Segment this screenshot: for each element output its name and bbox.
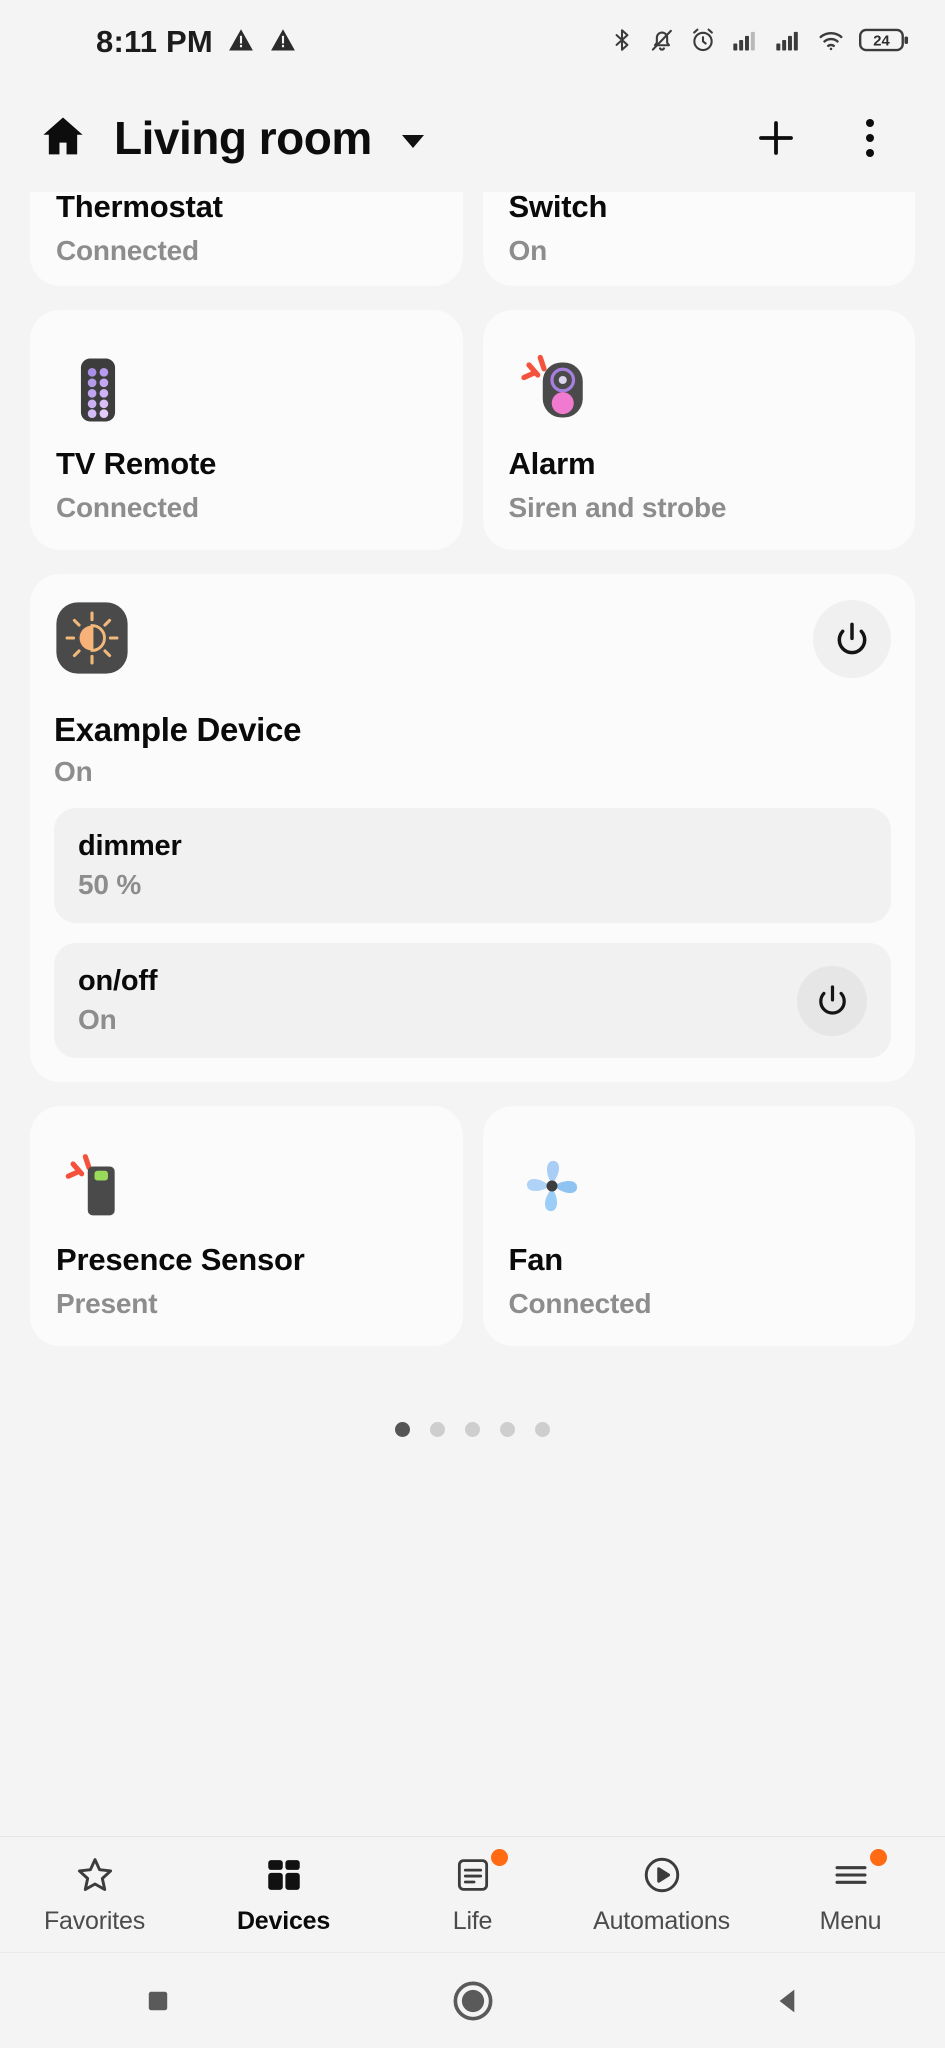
life-card-icon	[452, 1849, 508, 1897]
star-icon	[73, 1853, 117, 1897]
nav-item-automations[interactable]: Automations	[567, 1853, 756, 1936]
notification-badge	[869, 1849, 887, 1866]
wifi-icon	[816, 26, 846, 59]
alarm-siren-icon	[509, 336, 890, 445]
nav-label: Automations	[593, 1907, 730, 1935]
battery-icon: 24	[859, 26, 911, 59]
capability-text: on/off On	[78, 965, 158, 1036]
capability-value: 50 %	[78, 869, 142, 900]
capability-text: dimmer 50 %	[78, 830, 182, 901]
nav-item-menu[interactable]: Menu	[756, 1849, 945, 1936]
device-card-text: Presence Sensor Present	[56, 1241, 437, 1322]
device-row-presence-fan: Presence Sensor Present Fan Connected	[30, 1106, 915, 1346]
device-card-switch[interactable]: Switch On	[482, 192, 915, 286]
app-header: Living room	[0, 84, 945, 192]
app-screen: 8:11 PM 24 Living room Thermostat Connec…	[0, 0, 945, 2048]
device-card-text: Alarm Siren and strobe	[509, 445, 890, 526]
device-card-status: On	[508, 234, 548, 266]
nav-label: Life	[452, 1907, 493, 1935]
device-row-remote-alarm: TV Remote Connected Alarm Siren and stro…	[30, 310, 915, 550]
featured-device-name: Example Device	[54, 711, 302, 748]
device-card-status: Present	[56, 1287, 158, 1319]
device-card-title: Alarm	[508, 445, 596, 481]
nav-label: Menu	[819, 1907, 882, 1935]
status-bar-clock: 8:11 PM	[96, 24, 213, 59]
page-dot-1[interactable]	[395, 1422, 410, 1437]
warning-triangle-icon	[269, 26, 297, 59]
page-indicator[interactable]	[30, 1370, 915, 1481]
device-card-fan[interactable]: Fan Connected	[482, 1106, 915, 1346]
device-card-thermostat[interactable]: Thermostat Connected	[30, 192, 463, 286]
nav-item-life[interactable]: Life	[378, 1849, 567, 1936]
device-row-clipped: Thermostat Connected Switch On	[30, 192, 915, 286]
presence-sensor-icon	[56, 1132, 437, 1241]
capability-row-dimmer[interactable]: dimmer 50 %	[54, 808, 891, 923]
device-card-alarm[interactable]: Alarm Siren and strobe	[482, 310, 915, 550]
more-vertical-dots	[866, 119, 874, 157]
alarm-clock-icon	[689, 26, 717, 59]
signal-bars-icon	[773, 26, 803, 59]
device-list[interactable]: Thermostat Connected Switch On TV Remote…	[0, 192, 945, 1836]
capability-row-onoff[interactable]: on/off On	[54, 943, 891, 1058]
page-dot-5[interactable]	[535, 1422, 550, 1437]
tv-remote-icon	[56, 336, 437, 445]
play-circle-icon	[640, 1853, 684, 1897]
battery-level-text: 24	[873, 33, 890, 49]
fan-pinwheel-icon	[509, 1132, 890, 1241]
device-card-title: Presence Sensor	[56, 1241, 305, 1277]
capability-name: dimmer	[78, 830, 182, 862]
nav-item-favorites[interactable]: Favorites	[0, 1853, 189, 1936]
page-dot-2[interactable]	[430, 1422, 445, 1437]
device-card-text: TV Remote Connected	[56, 445, 437, 526]
nav-label: Devices	[236, 1907, 331, 1935]
android-system-nav	[0, 1952, 945, 2048]
triangle-back-icon[interactable]	[728, 1971, 848, 2031]
device-card-title: Switch	[508, 192, 608, 224]
notification-badge	[490, 1849, 508, 1866]
featured-device-status: On	[54, 756, 93, 787]
page-title: Living room	[114, 112, 372, 164]
device-card-presence-sensor[interactable]: Presence Sensor Present	[30, 1106, 463, 1346]
hamburger-menu-icon	[829, 1849, 887, 1897]
power-toggle-button[interactable]	[813, 600, 891, 678]
device-card-status: Connected	[56, 491, 199, 523]
device-card-title: Thermostat	[56, 192, 223, 224]
bottom-navigation: Favorites Devices Life Automations Menu	[0, 1836, 945, 1952]
square-icon[interactable]	[98, 1971, 218, 2031]
status-bar-left: 8:11 PM	[96, 24, 297, 60]
more-vertical-icon[interactable]	[843, 111, 897, 165]
app-header-actions	[749, 111, 911, 165]
featured-device-header	[54, 600, 891, 681]
capability-name: on/off	[78, 965, 158, 997]
warning-triangle-icon	[227, 26, 255, 59]
signal-bars-icon	[730, 26, 760, 59]
nav-item-devices[interactable]: Devices	[189, 1853, 378, 1936]
capability-value: On	[78, 1004, 117, 1035]
device-card-text: Fan Connected	[509, 1241, 890, 1322]
notifications-muted-icon	[648, 26, 676, 59]
device-card-example-device[interactable]: Example Device On dimmer 50 % on/off On	[30, 574, 915, 1082]
chevron-down-icon[interactable]	[401, 134, 424, 148]
nav-label: Favorites	[43, 1907, 145, 1935]
capability-power-toggle[interactable]	[797, 965, 867, 1036]
page-dot-3[interactable]	[465, 1422, 480, 1437]
plus-icon[interactable]	[749, 111, 803, 165]
device-card-tv-remote[interactable]: TV Remote Connected	[30, 310, 463, 550]
page-dot-4[interactable]	[500, 1422, 515, 1437]
home-icon[interactable]	[38, 111, 88, 166]
status-bar: 8:11 PM 24	[0, 0, 945, 84]
device-card-status: Connected	[508, 1287, 652, 1319]
device-card-title: TV Remote	[56, 445, 217, 481]
device-card-status: Siren and strobe	[508, 491, 727, 523]
status-bar-right: 24	[609, 26, 911, 59]
device-card-status: Connected	[56, 234, 199, 266]
bluetooth-icon	[609, 26, 635, 59]
device-card-title: Fan	[508, 1241, 564, 1277]
room-selector[interactable]: Living room	[38, 111, 749, 166]
brightness-dimmer-icon	[54, 600, 130, 681]
devices-grid-icon	[263, 1853, 305, 1897]
circle-icon[interactable]	[413, 1971, 533, 2031]
